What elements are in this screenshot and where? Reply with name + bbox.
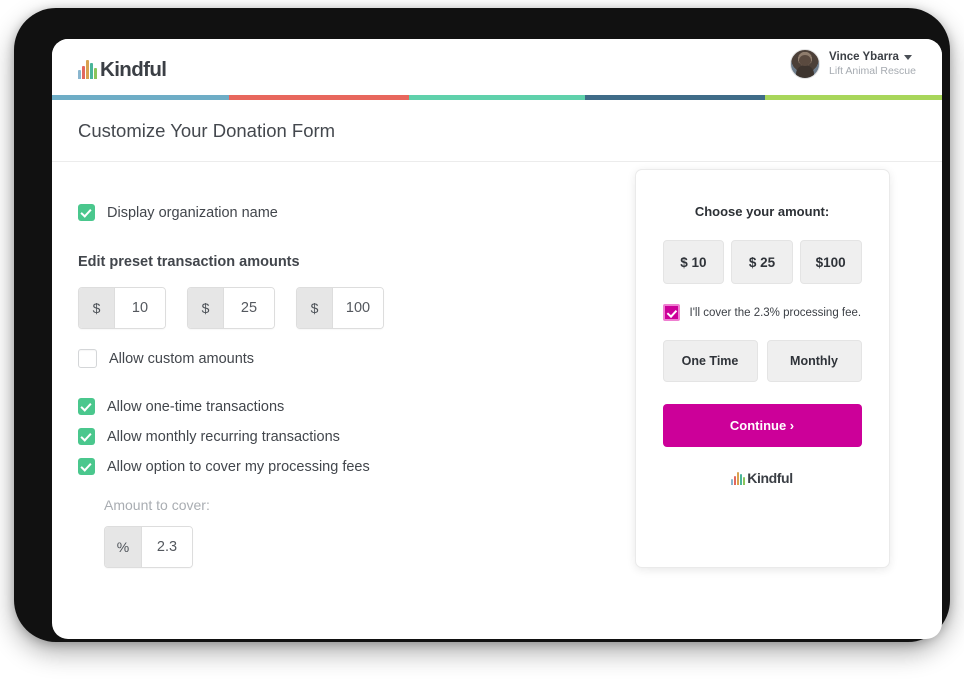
preview-brand-name: Kindful	[747, 470, 793, 486]
allow-cover-fees-label: Allow option to cover my processing fees	[107, 458, 370, 475]
allow-monthly-row[interactable]: Allow monthly recurring transactions	[78, 428, 608, 445]
logo-bar	[731, 479, 734, 485]
logo-bar	[90, 63, 93, 79]
amount-to-cover-block: Amount to cover: % 2.3	[104, 497, 608, 568]
logo-bar	[734, 476, 737, 485]
allow-cover-fees-checkbox[interactable]	[78, 458, 95, 475]
preview-frequency-button-1[interactable]: One Time	[662, 340, 758, 382]
settings-column: Display organization name Edit preset tr…	[78, 204, 608, 568]
color-strip-segment	[409, 95, 585, 100]
preset-amount-input-group-3[interactable]: $100	[296, 287, 384, 329]
allow-custom-amounts-row[interactable]: Allow custom amounts	[78, 349, 608, 368]
display-org-name-row[interactable]: Display organization name	[78, 204, 608, 221]
amount-to-cover-input-group[interactable]: % 2.3	[104, 526, 193, 568]
allow-custom-amounts-label: Allow custom amounts	[109, 350, 255, 367]
kindful-logo[interactable]: Kindful	[78, 57, 167, 81]
kindful-bars-logo-icon	[78, 60, 97, 79]
preview-continue-button[interactable]: Continue ›	[662, 404, 862, 447]
logo-bar	[82, 66, 85, 79]
preview-fee-checkbox[interactable]	[662, 304, 680, 321]
currency-addon: $	[79, 288, 115, 328]
color-strip-segment	[229, 95, 409, 100]
preview-fee-label: I'll cover the 2.3% processing fee.	[689, 306, 862, 319]
allow-one-time-checkbox[interactable]	[78, 398, 95, 415]
color-strip-segment	[52, 95, 229, 100]
amount-to-cover-input[interactable]: 2.3	[142, 527, 192, 567]
browser-screen: Kindful Vince Ybarra Lift Animal Rescue …	[52, 39, 942, 639]
preview-amount-button-3[interactable]: $100	[799, 240, 862, 284]
user-menu-text: Vince Ybarra Lift Animal Rescue	[829, 51, 916, 77]
preset-amount-inputs: $10 $25 $100	[78, 287, 608, 329]
allow-monthly-checkbox[interactable]	[78, 428, 95, 445]
kindful-bars-logo-icon	[731, 472, 746, 485]
allow-cover-fees-row[interactable]: Allow option to cover my processing fees	[78, 458, 608, 475]
user-name: Vince Ybarra	[829, 50, 899, 63]
logo-bar	[737, 472, 740, 485]
transaction-options-list: Allow one-time transactions Allow monthl…	[78, 398, 608, 475]
logo-bar	[94, 68, 97, 79]
preview-fee-row[interactable]: I'll cover the 2.3% processing fee.	[662, 304, 862, 321]
preset-amount-input-3[interactable]: 100	[333, 288, 383, 328]
preview-amount-buttons: $ 10 $ 25 $100	[662, 240, 862, 284]
currency-addon: $	[297, 288, 333, 328]
display-org-name-checkbox[interactable]	[78, 204, 95, 221]
preview-amount-button-2[interactable]: $ 25	[731, 240, 793, 284]
color-strip-segment	[765, 95, 942, 100]
preview-frequency-buttons: One Time Monthly	[662, 340, 862, 382]
user-organization: Lift Animal Rescue	[829, 65, 916, 78]
app-header: Kindful Vince Ybarra Lift Animal Rescue	[52, 39, 942, 95]
logo-bar	[740, 474, 743, 485]
user-name-row: Vince Ybarra	[829, 51, 916, 64]
preview-column: Choose your amount: $ 10 $ 25 $100 I'll co…	[608, 169, 916, 568]
allow-one-time-label: Allow one-time transactions	[107, 398, 285, 415]
preview-heading: Choose your amount:	[694, 204, 830, 219]
logo-bar	[743, 477, 746, 485]
allow-custom-amounts-checkbox[interactable]	[78, 349, 97, 368]
preview-card-logo: Kindful	[663, 470, 862, 486]
preview-frequency-button-2[interactable]: Monthly	[766, 340, 862, 382]
display-org-name-label: Display organization name	[107, 204, 278, 221]
user-menu[interactable]: Vince Ybarra Lift Animal Rescue	[790, 49, 916, 79]
color-strip-segment	[585, 95, 765, 100]
preset-amount-input-group-2[interactable]: $25	[187, 287, 275, 329]
preset-amount-input-2[interactable]: 25	[224, 288, 274, 328]
preview-amount-button-1[interactable]: $ 10	[662, 240, 725, 284]
logo-bar	[78, 70, 81, 79]
amount-to-cover-label: Amount to cover:	[104, 497, 210, 513]
allow-one-time-row[interactable]: Allow one-time transactions	[78, 398, 608, 415]
logo-bar	[86, 60, 89, 79]
donation-form-preview-card: Choose your amount: $ 10 $ 25 $100 I'll co…	[634, 169, 890, 568]
percent-addon: %	[105, 527, 142, 567]
brand-name: Kindful	[100, 58, 167, 81]
main-content: Display organization name Edit preset tr…	[52, 162, 942, 568]
color-strip	[52, 95, 942, 100]
currency-addon: $	[188, 288, 224, 328]
page-title-bar: Customize Your Donation Form	[52, 100, 942, 162]
device-frame: Kindful Vince Ybarra Lift Animal Rescue …	[14, 8, 950, 642]
preset-amount-input-1[interactable]: 10	[115, 288, 165, 328]
user-avatar	[790, 49, 821, 79]
preset-amount-input-group-1[interactable]: $10	[78, 287, 166, 329]
chevron-down-icon[interactable]	[903, 54, 912, 60]
page-title: Customize Your Donation Form	[78, 119, 336, 141]
preset-amounts-heading: Edit preset transaction amounts	[78, 254, 300, 270]
allow-monthly-label: Allow monthly recurring transactions	[107, 428, 340, 445]
